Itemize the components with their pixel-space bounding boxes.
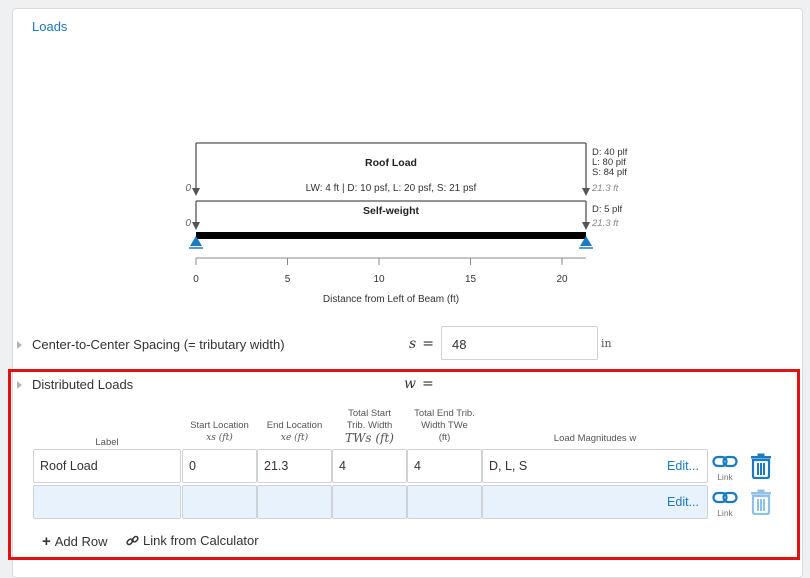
header-total-end-trib: Total End Trib. Width TWe (ft) (414, 408, 475, 443)
row2-start-input[interactable] (182, 485, 257, 519)
row1-link-label: Link (717, 472, 733, 482)
link-icon (712, 455, 738, 468)
header-load-magnitudes: Load Magnitudes w (553, 433, 637, 444)
selfweight-box: Self-weight 0 D: 5 plf 21.3 ft (185, 200, 622, 230)
add-row-label: Add Row (54, 534, 108, 549)
expand-caret-icon[interactable] (17, 340, 22, 349)
row2-end-input[interactable] (257, 485, 332, 519)
chain-link-icon (126, 535, 139, 546)
row2-tws-input[interactable] (332, 485, 407, 519)
link-from-calculator-label: Link from Calculator (143, 533, 259, 548)
expand-caret-icon[interactable] (17, 380, 22, 389)
add-row-button[interactable]: + Add Row (42, 533, 108, 550)
row1-label-input[interactable]: Roof Load (33, 449, 181, 483)
roof-load-end-s: S: 84 plf (592, 167, 627, 178)
distributed-label: Distributed Loads (32, 377, 134, 392)
row2-edit-link[interactable]: Edit... (667, 495, 699, 509)
row2-label-input[interactable] (33, 485, 181, 519)
roof-load-start: 0 (185, 183, 191, 194)
load-diagram: Roof Load LW: 4 ft | D: 10 psf, L: 20 ps… (185, 142, 628, 305)
header-label: Label (95, 437, 119, 448)
row1-link-button[interactable]: Link (711, 455, 739, 485)
row2-link-button[interactable]: Link (711, 491, 739, 521)
distributed-row-label[interactable]: Distributed Loads (17, 377, 133, 392)
roof-load-title: Roof Load (365, 157, 417, 169)
link-from-calculator-button[interactable]: Link from Calculator (126, 533, 259, 548)
selfweight-start: 0 (185, 218, 191, 229)
selfweight-title: Self-weight (363, 205, 420, 217)
row1-edit-link[interactable]: Edit... (667, 459, 699, 473)
row2-delete-trash-icon[interactable] (750, 489, 772, 515)
row2-link-label: Link (717, 508, 733, 518)
beam (196, 232, 586, 239)
row1-tws-input[interactable]: 4 (332, 449, 407, 483)
spacing-unit: in (601, 337, 612, 350)
selfweight-end-d: D: 5 plf (592, 204, 622, 215)
row1-delete-trash-icon[interactable] (750, 453, 772, 479)
spacing-symbol: s = (409, 336, 434, 352)
row1-end-input[interactable]: 21.3 (257, 449, 332, 483)
row1-magnitudes-value: D, L, S (489, 459, 528, 473)
distributed-symbol: w = (404, 376, 434, 392)
row1-start-input[interactable]: 0 (182, 449, 257, 483)
header-total-start-trib: Total Start Trib. Width TWs (ft) (345, 408, 394, 445)
axis-tick-15: 15 (465, 274, 477, 285)
spacing-label: Center-to-Center Spacing (= tributary wi… (32, 337, 285, 352)
plus-icon: + (42, 533, 51, 550)
axis-tick-5: 5 (285, 274, 291, 285)
roof-load-end-loc: 21.3 ft (591, 183, 619, 194)
row1-magnitudes-cell: D, L, S Edit... (482, 449, 708, 483)
row2-magnitudes-cell: Edit... (482, 485, 708, 519)
axis-tick-20: 20 (556, 274, 568, 285)
roof-load-box: Roof Load LW: 4 ft | D: 10 psf, L: 20 ps… (185, 142, 628, 196)
axis-tick-10: 10 (373, 274, 385, 285)
row2-twe-input[interactable] (407, 485, 482, 519)
axis-label: Distance from Left of Beam (ft) (323, 294, 459, 305)
roof-load-detail: LW: 4 ft | D: 10 psf, L: 20 psf, S: 21 p… (306, 183, 477, 194)
link-icon (712, 491, 738, 504)
spacing-row-label[interactable]: Center-to-Center Spacing (= tributary wi… (17, 337, 285, 352)
header-start-location: Start Location xs (ft) (190, 420, 249, 443)
axis-tick-0: 0 (193, 274, 199, 285)
selfweight-end-loc: 21.3 ft (591, 218, 619, 229)
distance-axis: 0 5 10 15 20 Distance from Left of Beam … (193, 257, 586, 305)
header-end-location: End Location xe (ft) (266, 420, 323, 443)
spacing-input[interactable]: 48 (441, 326, 598, 360)
row1-twe-input[interactable]: 4 (407, 449, 482, 483)
